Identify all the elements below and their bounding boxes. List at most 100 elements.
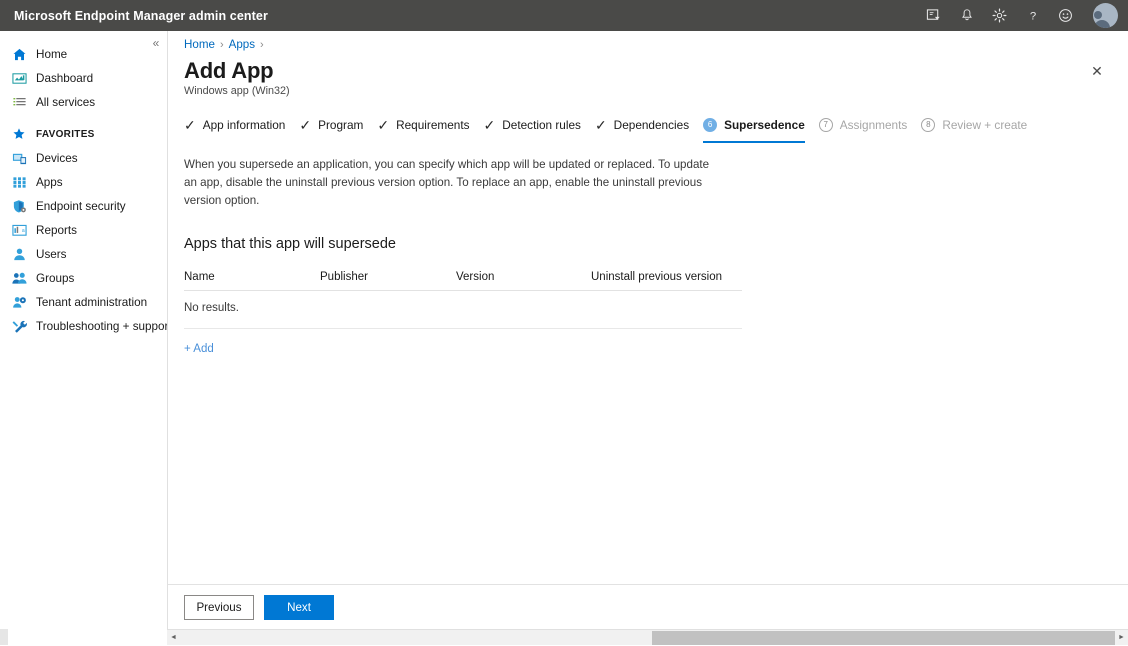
breadcrumb-item-apps[interactable]: Apps bbox=[229, 38, 255, 51]
wizard-step-dependencies[interactable]: ✓ Dependencies bbox=[592, 114, 700, 143]
help-question-icon[interactable]: ? bbox=[1023, 6, 1042, 25]
previous-button[interactable]: Previous bbox=[184, 595, 254, 620]
wizard-footer: Previous Next bbox=[168, 584, 1128, 629]
wizard-step-label: Detection rules bbox=[502, 118, 581, 132]
sidebar-item-groups[interactable]: Groups bbox=[0, 266, 167, 290]
avatar-head bbox=[1094, 11, 1102, 19]
checkmark-icon: ✓ bbox=[377, 118, 389, 132]
scrollbar-thumb[interactable] bbox=[652, 631, 1115, 645]
page-title: Add App bbox=[184, 58, 1128, 84]
sidebar-item-tenant-administration[interactable]: Tenant administration bbox=[0, 290, 167, 314]
scroll-left-arrow-icon[interactable]: ◄ bbox=[167, 630, 180, 646]
breadcrumb-item-home[interactable]: Home bbox=[184, 38, 215, 51]
wizard-step-supersedence[interactable]: 6 Supersedence bbox=[700, 114, 816, 143]
topbar-icon-group: ? bbox=[924, 6, 1075, 25]
sidebar-item-devices[interactable]: Devices bbox=[0, 146, 167, 170]
add-app-link[interactable]: + Add bbox=[184, 343, 214, 355]
sidebar-item-label: Troubleshooting + support bbox=[36, 320, 172, 333]
step-number-badge: 7 bbox=[819, 118, 833, 132]
sidebar-item-label: Dashboard bbox=[36, 72, 93, 85]
wizard-step-label: Dependencies bbox=[614, 118, 689, 132]
sidebar-item-label: Endpoint security bbox=[36, 200, 126, 213]
sidebar-item-label: Devices bbox=[36, 152, 78, 165]
app-title: Microsoft Endpoint Manager admin center bbox=[14, 9, 268, 23]
step-number-badge: 6 bbox=[703, 118, 717, 132]
wizard-step-program[interactable]: ✓ Program bbox=[296, 114, 374, 143]
column-header-version: Version bbox=[456, 271, 591, 283]
sidebar-nav: Home Dashboard All services FAVORITES bbox=[0, 31, 167, 629]
scrollbar-track[interactable] bbox=[180, 630, 1115, 646]
page-subtitle: Windows app (Win32) bbox=[184, 85, 1128, 97]
horizontal-scrollbar[interactable]: ◄ ► bbox=[167, 629, 1128, 645]
wizard-step-label: App information bbox=[203, 118, 286, 132]
wizard-step-label: Program bbox=[318, 118, 363, 132]
wizard-step-review-create: 8 Review + create bbox=[918, 114, 1038, 143]
settings-gear-icon[interactable] bbox=[990, 6, 1009, 25]
notifications-bell-icon[interactable] bbox=[957, 6, 976, 25]
next-button[interactable]: Next bbox=[264, 595, 334, 620]
feedback-smiley-icon[interactable] bbox=[1056, 6, 1075, 25]
sidebar-item-label: All services bbox=[36, 96, 95, 109]
user-icon bbox=[11, 246, 27, 262]
devices-icon bbox=[11, 150, 27, 166]
close-icon[interactable]: ✕ bbox=[1086, 60, 1108, 82]
step-number-badge: 8 bbox=[921, 118, 935, 132]
breadcrumb-separator-icon: › bbox=[220, 39, 224, 51]
sidebar-section-favorites: FAVORITES bbox=[0, 122, 167, 146]
sidebar-item-home[interactable]: Home bbox=[0, 42, 167, 66]
wizard-step-assignments: 7 Assignments bbox=[816, 114, 919, 143]
sidebar-item-endpoint-security[interactable]: Endpoint security bbox=[0, 194, 167, 218]
sidebar-divider-spacer bbox=[0, 114, 167, 122]
star-icon bbox=[11, 126, 27, 142]
reports-icon: a bbox=[11, 222, 27, 238]
table-header-row: Name Publisher Version Uninstall previou… bbox=[184, 271, 742, 291]
sidebar-item-label: Tenant administration bbox=[36, 296, 147, 309]
sidebar-nav-list: Home Dashboard All services FAVORITES bbox=[0, 31, 167, 338]
wizard-step-label: Review + create bbox=[942, 118, 1027, 132]
wizard-step-label: Requirements bbox=[396, 118, 469, 132]
active-tab-underline bbox=[703, 141, 805, 143]
checkmark-icon: ✓ bbox=[595, 118, 607, 132]
sidebar-item-label: Reports bbox=[36, 224, 77, 237]
svg-text:a: a bbox=[21, 227, 24, 233]
sidebar-item-label: Home bbox=[36, 48, 67, 61]
wrench-icon bbox=[11, 318, 27, 334]
wizard-step-app-information[interactable]: ✓ App information bbox=[184, 114, 296, 143]
table-empty-state: No results. bbox=[184, 291, 742, 329]
user-avatar[interactable] bbox=[1093, 3, 1118, 28]
sidebar-item-label: Users bbox=[36, 248, 67, 261]
groups-icon bbox=[11, 270, 27, 286]
section-heading: Apps that this app will supersede bbox=[184, 236, 1128, 252]
collapse-sidebar-chevron-icon[interactable]: « bbox=[147, 34, 165, 52]
wizard-step-tabs: ✓ App information ✓ Program ✓ Requiremen… bbox=[184, 114, 1128, 143]
tenant-admin-icon bbox=[11, 294, 27, 310]
avatar-body bbox=[1094, 20, 1110, 28]
column-header-uninstall-previous-version: Uninstall previous version bbox=[591, 271, 742, 283]
sidebar-item-reports[interactable]: a Reports bbox=[0, 218, 167, 242]
checkmark-icon: ✓ bbox=[484, 118, 496, 132]
wizard-step-requirements[interactable]: ✓ Requirements bbox=[374, 114, 480, 143]
wizard-step-label: Assignments bbox=[840, 118, 908, 132]
dashboard-icon bbox=[11, 70, 27, 86]
wizard-step-detection-rules[interactable]: ✓ Detection rules bbox=[481, 114, 592, 143]
sidebar-item-troubleshooting-support[interactable]: Troubleshooting + support bbox=[0, 314, 167, 338]
shield-icon bbox=[11, 198, 27, 214]
wizard-step-label: Supersedence bbox=[724, 118, 805, 132]
home-icon bbox=[11, 46, 27, 62]
supersedence-description: When you supersede an application, you c… bbox=[184, 156, 718, 210]
sidebar-item-all-services[interactable]: All services bbox=[0, 90, 167, 114]
sidebar-item-apps[interactable]: Apps bbox=[0, 170, 167, 194]
scroll-right-arrow-icon[interactable]: ► bbox=[1115, 630, 1128, 646]
sidebar-item-users[interactable]: Users bbox=[0, 242, 167, 266]
breadcrumb: Home › Apps › bbox=[168, 31, 1128, 51]
column-header-name: Name bbox=[184, 271, 320, 283]
supersede-apps-table: Name Publisher Version Uninstall previou… bbox=[184, 271, 742, 329]
apps-icon bbox=[11, 174, 27, 190]
breadcrumb-separator-icon: › bbox=[260, 39, 264, 51]
column-header-publisher: Publisher bbox=[320, 271, 456, 283]
cloud-shell-icon[interactable] bbox=[924, 6, 943, 25]
top-header-bar: Microsoft Endpoint Manager admin center … bbox=[0, 0, 1128, 31]
sidebar-item-dashboard[interactable]: Dashboard bbox=[0, 66, 167, 90]
checkmark-icon: ✓ bbox=[299, 118, 311, 132]
main-content-panel: « Home › Apps › Add App Windows app (Win… bbox=[167, 31, 1128, 629]
